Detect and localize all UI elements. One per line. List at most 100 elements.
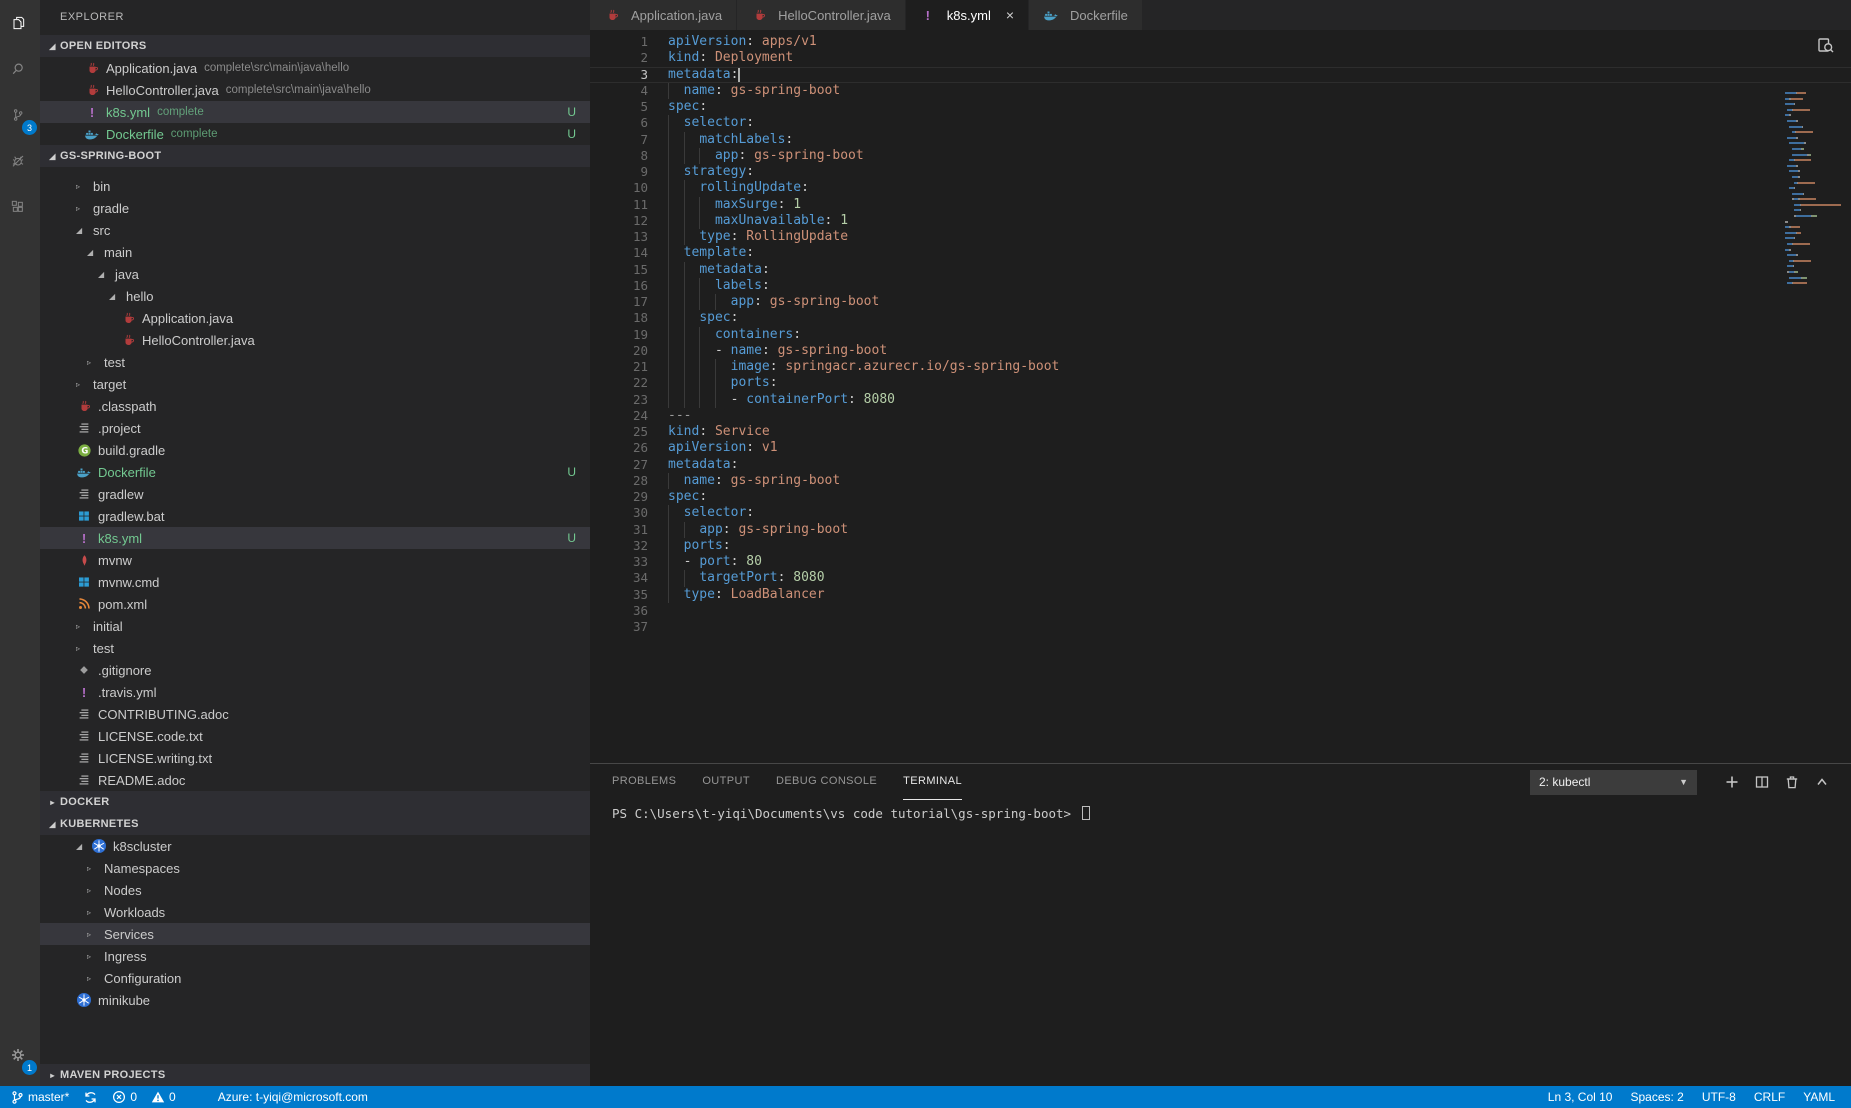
- code-line[interactable]: 7 matchLabels:: [590, 132, 1851, 148]
- activity-debug[interactable]: [0, 138, 40, 184]
- tree-item--travis-yml[interactable]: !.travis.yml: [40, 681, 590, 703]
- tab-hellocontroller-java[interactable]: HelloController.java: [737, 0, 906, 30]
- tree-item-mvnw[interactable]: mvnw: [40, 549, 590, 571]
- tree-item-contributing-adoc[interactable]: CONTRIBUTING.adoc: [40, 703, 590, 725]
- section-project[interactable]: ◢GS-SPRING-BOOT: [40, 145, 590, 167]
- open-preview-icon[interactable]: [1816, 36, 1835, 60]
- tree-item-pom-xml[interactable]: pom.xml: [40, 593, 590, 615]
- tree-item-k8s-yml[interactable]: !k8s.ymlU: [40, 527, 590, 549]
- tree-item-initial[interactable]: ▹initial: [40, 615, 590, 637]
- code-line[interactable]: 15 metadata:: [590, 262, 1851, 278]
- code-line[interactable]: 2kind: Deployment: [590, 50, 1851, 66]
- tree-item-dockerfile[interactable]: DockerfileU: [40, 461, 590, 483]
- code-line[interactable]: 37: [590, 619, 1851, 635]
- tree-item-gradle[interactable]: ▹gradle: [40, 197, 590, 219]
- tree-item-k8scluster[interactable]: ◢k8scluster: [40, 835, 590, 857]
- code-line[interactable]: 12 maxUnavailable: 1: [590, 213, 1851, 229]
- tab-application-java[interactable]: Application.java: [590, 0, 737, 30]
- status-ln-3-col-10[interactable]: Ln 3, Col 10: [1548, 1086, 1613, 1108]
- tree-item-workloads[interactable]: ▹Workloads: [40, 901, 590, 923]
- panel-tab-problems[interactable]: PROBLEMS: [612, 764, 676, 800]
- tree-item-namespaces[interactable]: ▹Namespaces: [40, 857, 590, 879]
- split-icon[interactable]: [1747, 769, 1777, 795]
- code-line[interactable]: 14 template:: [590, 245, 1851, 261]
- tree-item-hello[interactable]: ◢hello: [40, 285, 590, 307]
- status-master-[interactable]: master*: [10, 1086, 69, 1108]
- tab-k8s-yml[interactable]: !k8s.yml×: [906, 0, 1029, 30]
- tree-item-hellocontroller-java[interactable]: HelloController.java: [40, 329, 590, 351]
- section-open-editors[interactable]: ◢OPEN EDITORS: [40, 35, 590, 57]
- tab-dockerfile[interactable]: Dockerfile: [1029, 0, 1143, 30]
- activity-source-control[interactable]: 3: [0, 92, 40, 138]
- tree-item-ingress[interactable]: ▹Ingress: [40, 945, 590, 967]
- tree-item-main[interactable]: ◢main: [40, 241, 590, 263]
- activity-extensions[interactable]: [0, 184, 40, 230]
- code-line[interactable]: 30 selector:: [590, 505, 1851, 521]
- code-line[interactable]: 3metadata:: [590, 67, 1851, 83]
- code-line[interactable]: 11 maxSurge: 1: [590, 197, 1851, 213]
- code-line[interactable]: 10 rollingUpdate:: [590, 180, 1851, 196]
- code-line[interactable]: 27metadata:: [590, 457, 1851, 473]
- tree-item--project[interactable]: .project: [40, 417, 590, 439]
- code-line[interactable]: 26apiVersion: v1: [590, 440, 1851, 456]
- code-line[interactable]: 17 app: gs-spring-boot: [590, 294, 1851, 310]
- code-line[interactable]: 23 - containerPort: 8080: [590, 392, 1851, 408]
- status-yaml[interactable]: YAML: [1803, 1086, 1835, 1108]
- open-editor-dockerfile[interactable]: DockerfilecompleteU: [40, 123, 590, 145]
- status-spaces-2[interactable]: Spaces: 2: [1630, 1086, 1683, 1108]
- code-line[interactable]: 6 selector:: [590, 115, 1851, 131]
- code-line[interactable]: 21 image: springacr.azurecr.io/gs-spring…: [590, 359, 1851, 375]
- tree-item-test[interactable]: ▹test: [40, 637, 590, 659]
- tree-item-configuration[interactable]: ▹Configuration: [40, 967, 590, 989]
- tree-item-gradlew[interactable]: gradlew: [40, 483, 590, 505]
- tree-item-gradlew-bat[interactable]: gradlew.bat: [40, 505, 590, 527]
- tree-item-bin[interactable]: ▹bin: [40, 175, 590, 197]
- status-sync[interactable]: [83, 1086, 98, 1108]
- tree-item--classpath[interactable]: .classpath: [40, 395, 590, 417]
- tree-item-target[interactable]: ▹target: [40, 373, 590, 395]
- code-line[interactable]: 18 spec:: [590, 310, 1851, 326]
- code-line[interactable]: 32 ports:: [590, 538, 1851, 554]
- status-azure-t-yiqi-microsoft-com[interactable]: Azure: t-yiqi@microsoft.com: [218, 1086, 368, 1108]
- code-line[interactable]: 19 containers:: [590, 327, 1851, 343]
- code-line[interactable]: 22 ports:: [590, 375, 1851, 391]
- terminal[interactable]: PS C:\Users\t-yiqi\Documents\vs code tut…: [590, 800, 1851, 1080]
- tree-item-test[interactable]: ▹test: [40, 351, 590, 373]
- tree-item-license-writing-txt[interactable]: LICENSE.writing.txt: [40, 747, 590, 769]
- status-0[interactable]: 0: [112, 1086, 137, 1108]
- status-0[interactable]: 0: [151, 1086, 176, 1108]
- tree-item-license-code-txt[interactable]: LICENSE.code.txt: [40, 725, 590, 747]
- code-line[interactable]: 33 - port: 80: [590, 554, 1851, 570]
- code-area[interactable]: 1apiVersion: apps/v12kind: Deployment3me…: [590, 30, 1851, 635]
- chevron-up-icon[interactable]: [1807, 769, 1837, 795]
- code-line[interactable]: 9 strategy:: [590, 164, 1851, 180]
- close-icon[interactable]: ×: [1006, 7, 1014, 23]
- activity-settings[interactable]: 1: [0, 1032, 40, 1078]
- status-crlf[interactable]: CRLF: [1754, 1086, 1785, 1108]
- tree-item-mvnw-cmd[interactable]: mvnw.cmd: [40, 571, 590, 593]
- code-line[interactable]: 16 labels:: [590, 278, 1851, 294]
- add-icon[interactable]: [1717, 769, 1747, 795]
- code-line[interactable]: 20 - name: gs-spring-boot: [590, 343, 1851, 359]
- open-editor-k8s-yml[interactable]: !k8s.ymlcompleteU: [40, 101, 590, 123]
- code-line[interactable]: 34 targetPort: 8080: [590, 570, 1851, 586]
- section-kubernetes[interactable]: ◢KUBERNETES: [40, 813, 590, 835]
- minimap[interactable]: [1785, 92, 1843, 299]
- code-line[interactable]: 36: [590, 603, 1851, 619]
- panel-tab-terminal[interactable]: TERMINAL: [903, 764, 962, 800]
- tree-item-src[interactable]: ◢src: [40, 219, 590, 241]
- open-editor-hellocontroller-java[interactable]: HelloController.javacomplete\src\main\ja…: [40, 79, 590, 101]
- code-line[interactable]: 8 app: gs-spring-boot: [590, 148, 1851, 164]
- code-line[interactable]: 35 type: LoadBalancer: [590, 587, 1851, 603]
- tree-item-minikube[interactable]: minikube: [40, 989, 590, 1011]
- code-line[interactable]: 5spec:: [590, 99, 1851, 115]
- status-utf-8[interactable]: UTF-8: [1702, 1086, 1736, 1108]
- panel-tab-output[interactable]: OUTPUT: [702, 764, 750, 800]
- activity-search[interactable]: [0, 46, 40, 92]
- code-line[interactable]: 25kind: Service: [590, 424, 1851, 440]
- tree-item-readme-adoc[interactable]: README.adoc: [40, 769, 590, 791]
- code-line[interactable]: 13 type: RollingUpdate: [590, 229, 1851, 245]
- tree-item-services[interactable]: ▹Services: [40, 923, 590, 945]
- code-line[interactable]: 4 name: gs-spring-boot: [590, 83, 1851, 99]
- code-line[interactable]: 31 app: gs-spring-boot: [590, 522, 1851, 538]
